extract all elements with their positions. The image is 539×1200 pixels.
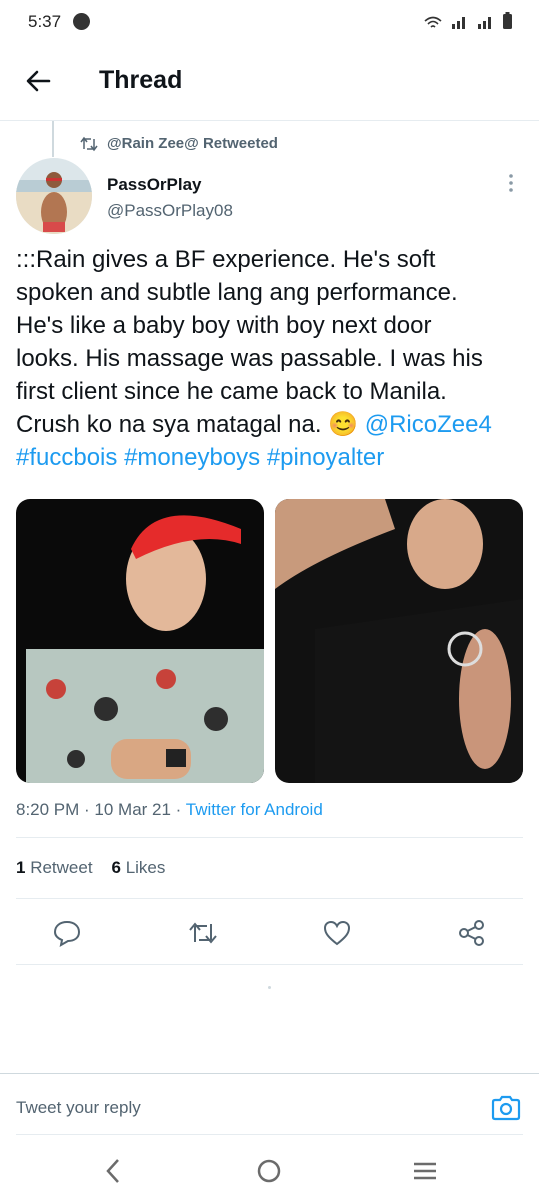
- status-icons: [424, 12, 513, 30]
- tweet-text-line: :::Rain gives a BF experience. He's soft: [16, 246, 436, 273]
- divider: [16, 837, 523, 838]
- likes-stat[interactable]: 6 Likes: [111, 858, 165, 877]
- retweet-action-icon[interactable]: [188, 918, 218, 948]
- status-time: 5:37: [28, 12, 62, 31]
- wifi-icon: [424, 16, 442, 28]
- retweeted-by-label[interactable]: @Rain Zee@ Retweeted: [107, 135, 278, 152]
- share-icon[interactable]: [457, 918, 487, 948]
- hashtag-link[interactable]: #moneyboys: [124, 444, 260, 471]
- battery-icon: [503, 12, 512, 29]
- nav-menu-icon[interactable]: [409, 1155, 441, 1187]
- divider: [16, 964, 523, 965]
- tweet-timestamp: 8:20 PM · 10 Mar 21 ·: [16, 800, 186, 819]
- hashtag-link[interactable]: #fuccbois: [16, 444, 117, 471]
- nav-back-icon[interactable]: [98, 1155, 130, 1187]
- tweet-text-segment: Crush ko na sya matagal na.: [16, 411, 329, 438]
- tweet-stats: 1 Retweet 6 Likes: [16, 858, 165, 878]
- avatar[interactable]: [16, 158, 92, 234]
- page-title: Thread: [99, 66, 183, 94]
- likes-label: Likes: [125, 858, 166, 877]
- thread-connector: [52, 121, 54, 157]
- back-arrow-icon[interactable]: [24, 66, 54, 96]
- author-name[interactable]: PassOrPlay: [107, 175, 202, 195]
- tweet-photo-1[interactable]: [16, 499, 264, 783]
- header-divider: [0, 120, 539, 121]
- retweet-icon: [80, 136, 98, 152]
- notification-icon: [73, 13, 90, 30]
- tweet-text: :::Rain gives a BF experience. He's soft…: [16, 243, 526, 474]
- retweets-count: 1: [16, 858, 26, 877]
- camera-icon[interactable]: [490, 1093, 522, 1123]
- author-handle[interactable]: @PassOrPlay08: [107, 201, 233, 221]
- smiling-face-emoji: 😊: [328, 411, 359, 438]
- composer-divider: [16, 1134, 523, 1135]
- reply-icon[interactable]: [52, 918, 82, 948]
- tweet-text-line: first client since he came back to Manil…: [16, 378, 447, 405]
- tweet-text-line: #fuccbois #moneyboys #pinoyalter: [16, 441, 526, 474]
- tweet-text-line: He's like a baby boy with boy next door: [16, 312, 432, 339]
- tweet-meta: 8:20 PM · 10 Mar 21 · Twitter for Androi…: [16, 800, 323, 820]
- nav-home-icon[interactable]: [253, 1155, 285, 1187]
- tweet-source-link[interactable]: Twitter for Android: [186, 800, 323, 819]
- tweet-text-line: looks. His massage was passable. I was h…: [16, 345, 483, 372]
- tweet-text-line: Crush ko na sya matagal na. 😊 @RicoZee4: [16, 408, 526, 441]
- mention-link[interactable]: @RicoZee4: [365, 411, 492, 438]
- retweets-label: Retweet: [30, 858, 93, 877]
- tweet-photo-2[interactable]: [275, 499, 523, 783]
- signal-icon: [452, 17, 465, 29]
- retweets-stat[interactable]: 1 Retweet: [16, 858, 93, 877]
- divider: [16, 898, 523, 899]
- reply-bar-divider: [0, 1073, 539, 1074]
- hashtag-link[interactable]: #pinoyalter: [267, 444, 384, 471]
- more-vertical-icon[interactable]: [505, 172, 517, 196]
- like-icon[interactable]: [322, 918, 352, 948]
- loading-dot: [268, 986, 271, 989]
- signal-icon-2: [478, 17, 491, 29]
- tweet-text-line: spoken and subtle lang ang performance.: [16, 279, 458, 306]
- likes-count: 6: [111, 858, 121, 877]
- reply-input[interactable]: Tweet your reply: [16, 1098, 141, 1118]
